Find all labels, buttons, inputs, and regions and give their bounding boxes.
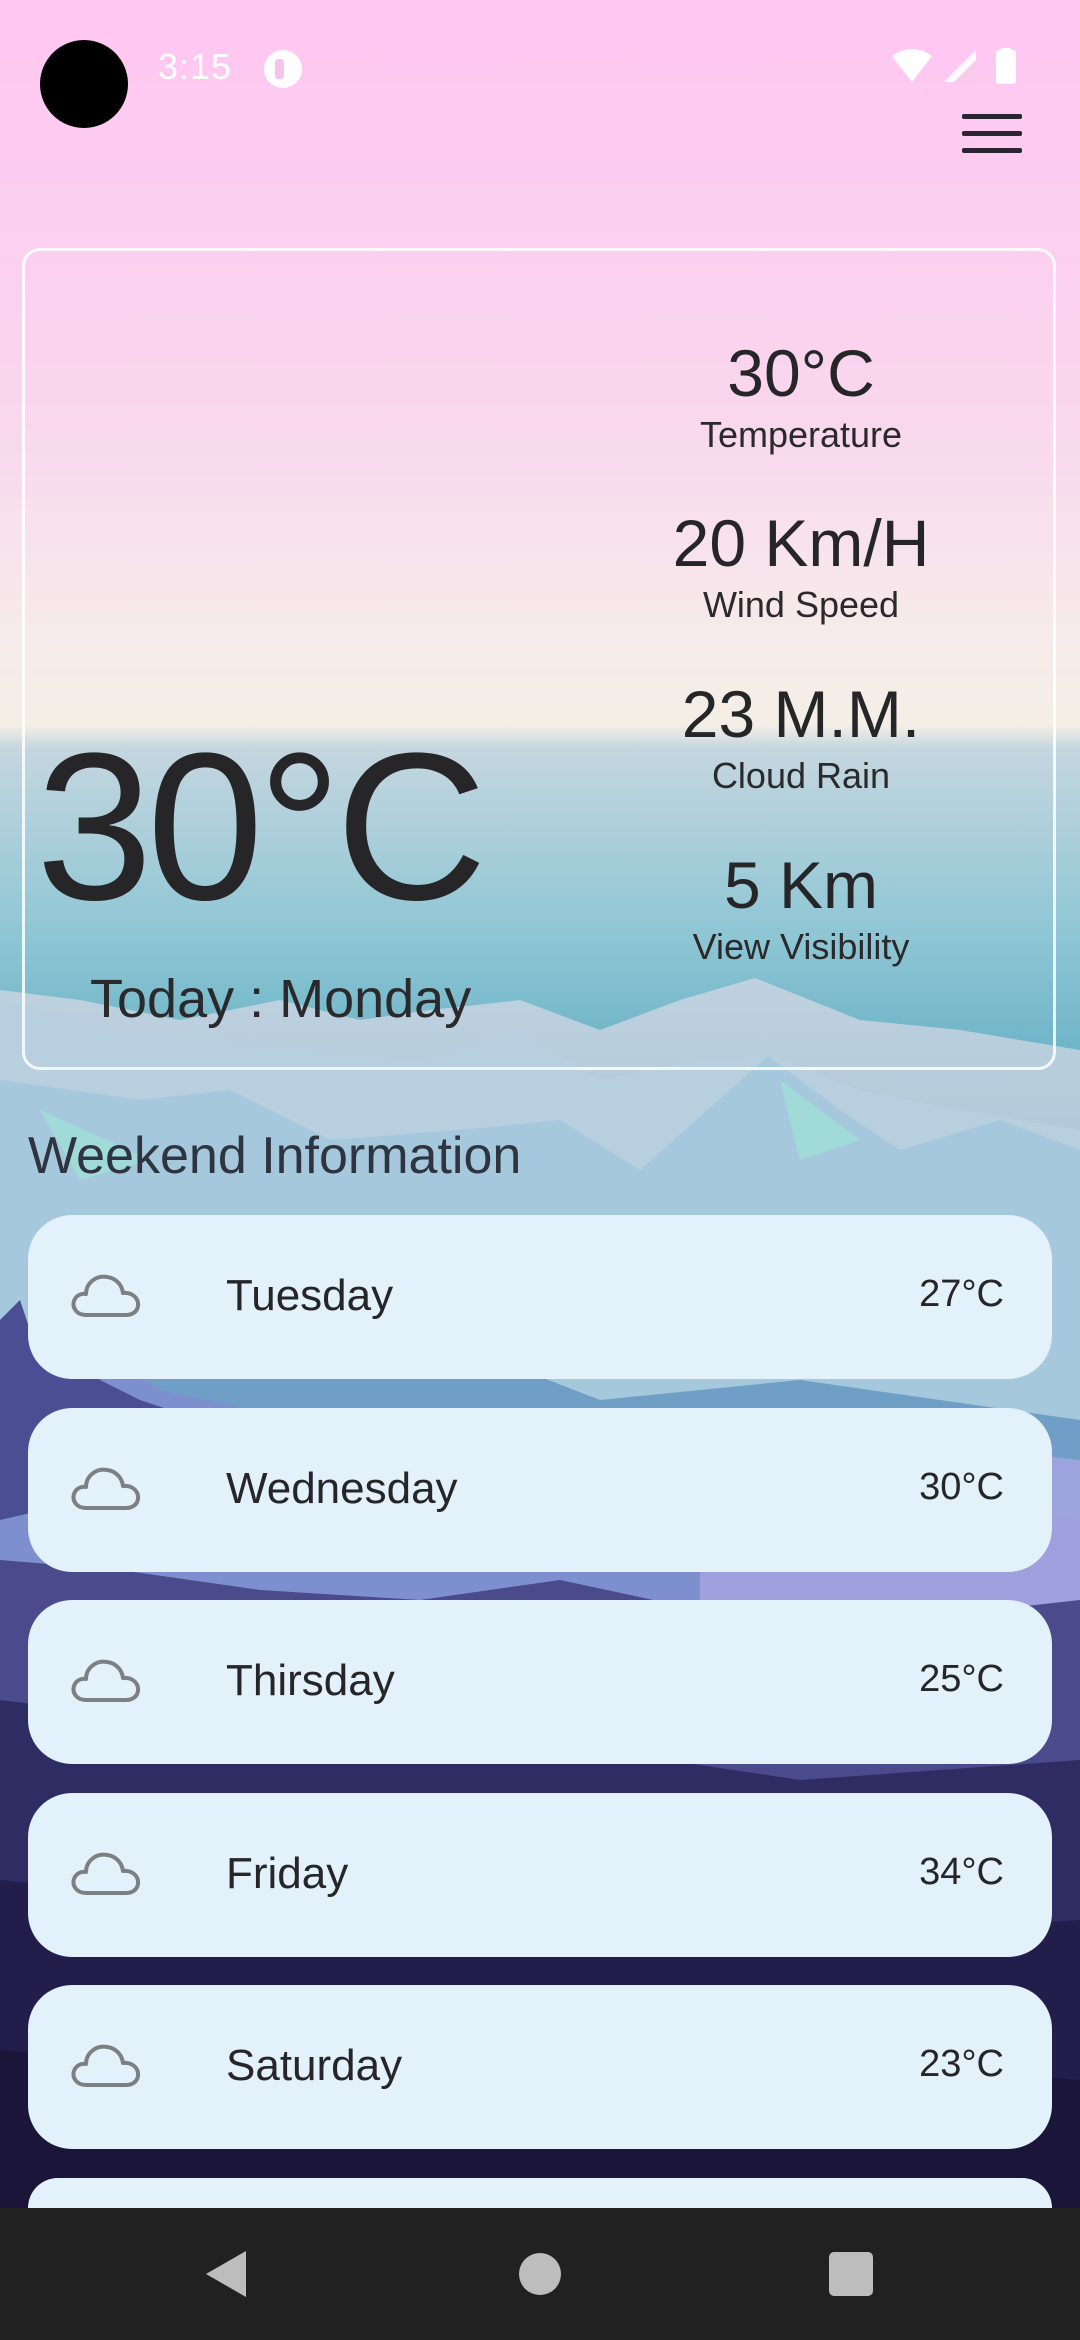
- recents-icon[interactable]: [829, 2252, 873, 2296]
- forecast-day: Wednesday: [226, 1464, 458, 1513]
- battery-icon: [996, 48, 1016, 84]
- forecast-day: Tuesday: [226, 1271, 394, 1320]
- stat-label: Cloud Rain: [711, 755, 891, 796]
- status-bar: 3:15: [0, 0, 1080, 140]
- stat-value: 23 M.M.: [681, 677, 921, 751]
- forecast-day: Friday: [226, 1849, 349, 1898]
- forecast-row-tuesday[interactable]: Tuesday 27°C: [28, 1215, 1052, 1379]
- status-time: 3:15: [158, 46, 233, 87]
- stat-label: Temperature: [699, 414, 903, 455]
- today-label: Today : Monday: [90, 969, 472, 1029]
- forecast-row-friday[interactable]: Friday 34°C: [28, 1793, 1052, 1957]
- stat-wind-speed: 20 Km/H Wind Speed: [601, 510, 1001, 626]
- system-navigation-bar: [0, 2208, 1080, 2340]
- stat-cloud-rain: 23 M.M. Cloud Rain: [601, 681, 1001, 797]
- forecast-temp: 25°C: [919, 1658, 1004, 1700]
- wifi-icon: [892, 49, 932, 82]
- hamburger-menu-icon[interactable]: [958, 108, 1026, 162]
- weekend-section-title: Weekend Information: [28, 1127, 522, 1185]
- cloud-icon: [71, 1659, 141, 1702]
- forecast-temp: 27°C: [919, 1273, 1004, 1315]
- cloud-icon: [71, 1852, 141, 1895]
- forecast-row-thirsday[interactable]: Thirsday 25°C: [28, 1600, 1052, 1764]
- cloud-icon: [71, 2044, 141, 2087]
- forecast-temp: 34°C: [919, 1851, 1004, 1893]
- stat-value: 30°C: [727, 336, 875, 410]
- stat-temperature: 30°C Temperature: [601, 340, 1001, 456]
- camera-cutout: [40, 40, 128, 128]
- cloud-icon: [71, 1274, 141, 1317]
- back-icon[interactable]: [206, 2251, 246, 2297]
- stat-value: 5 Km: [723, 848, 879, 922]
- forecast-day: Saturday: [226, 2041, 403, 2090]
- forecast-temp: 30°C: [919, 1466, 1004, 1508]
- stat-label: Wind Speed: [702, 584, 900, 625]
- signal-icon: [944, 50, 976, 82]
- forecast-row-wednesday[interactable]: Wednesday 30°C: [28, 1408, 1052, 1572]
- forecast-row-saturday[interactable]: Saturday 23°C: [28, 1985, 1052, 2149]
- stat-label: View Visibility: [692, 926, 910, 967]
- home-icon[interactable]: [519, 2253, 561, 2295]
- status-icons: [892, 48, 1016, 84]
- notification-app-icon: [264, 50, 302, 88]
- forecast-row-partial[interactable]: [28, 2178, 1052, 2208]
- forecast-day: Thirsday: [226, 1656, 395, 1705]
- stat-value: 20 Km/H: [672, 506, 930, 580]
- current-temperature: 30°C: [36, 709, 487, 944]
- forecast-temp: 23°C: [919, 2043, 1004, 2085]
- cloud-icon: [71, 1467, 141, 1510]
- stat-visibility: 5 Km View Visibility: [601, 852, 1001, 968]
